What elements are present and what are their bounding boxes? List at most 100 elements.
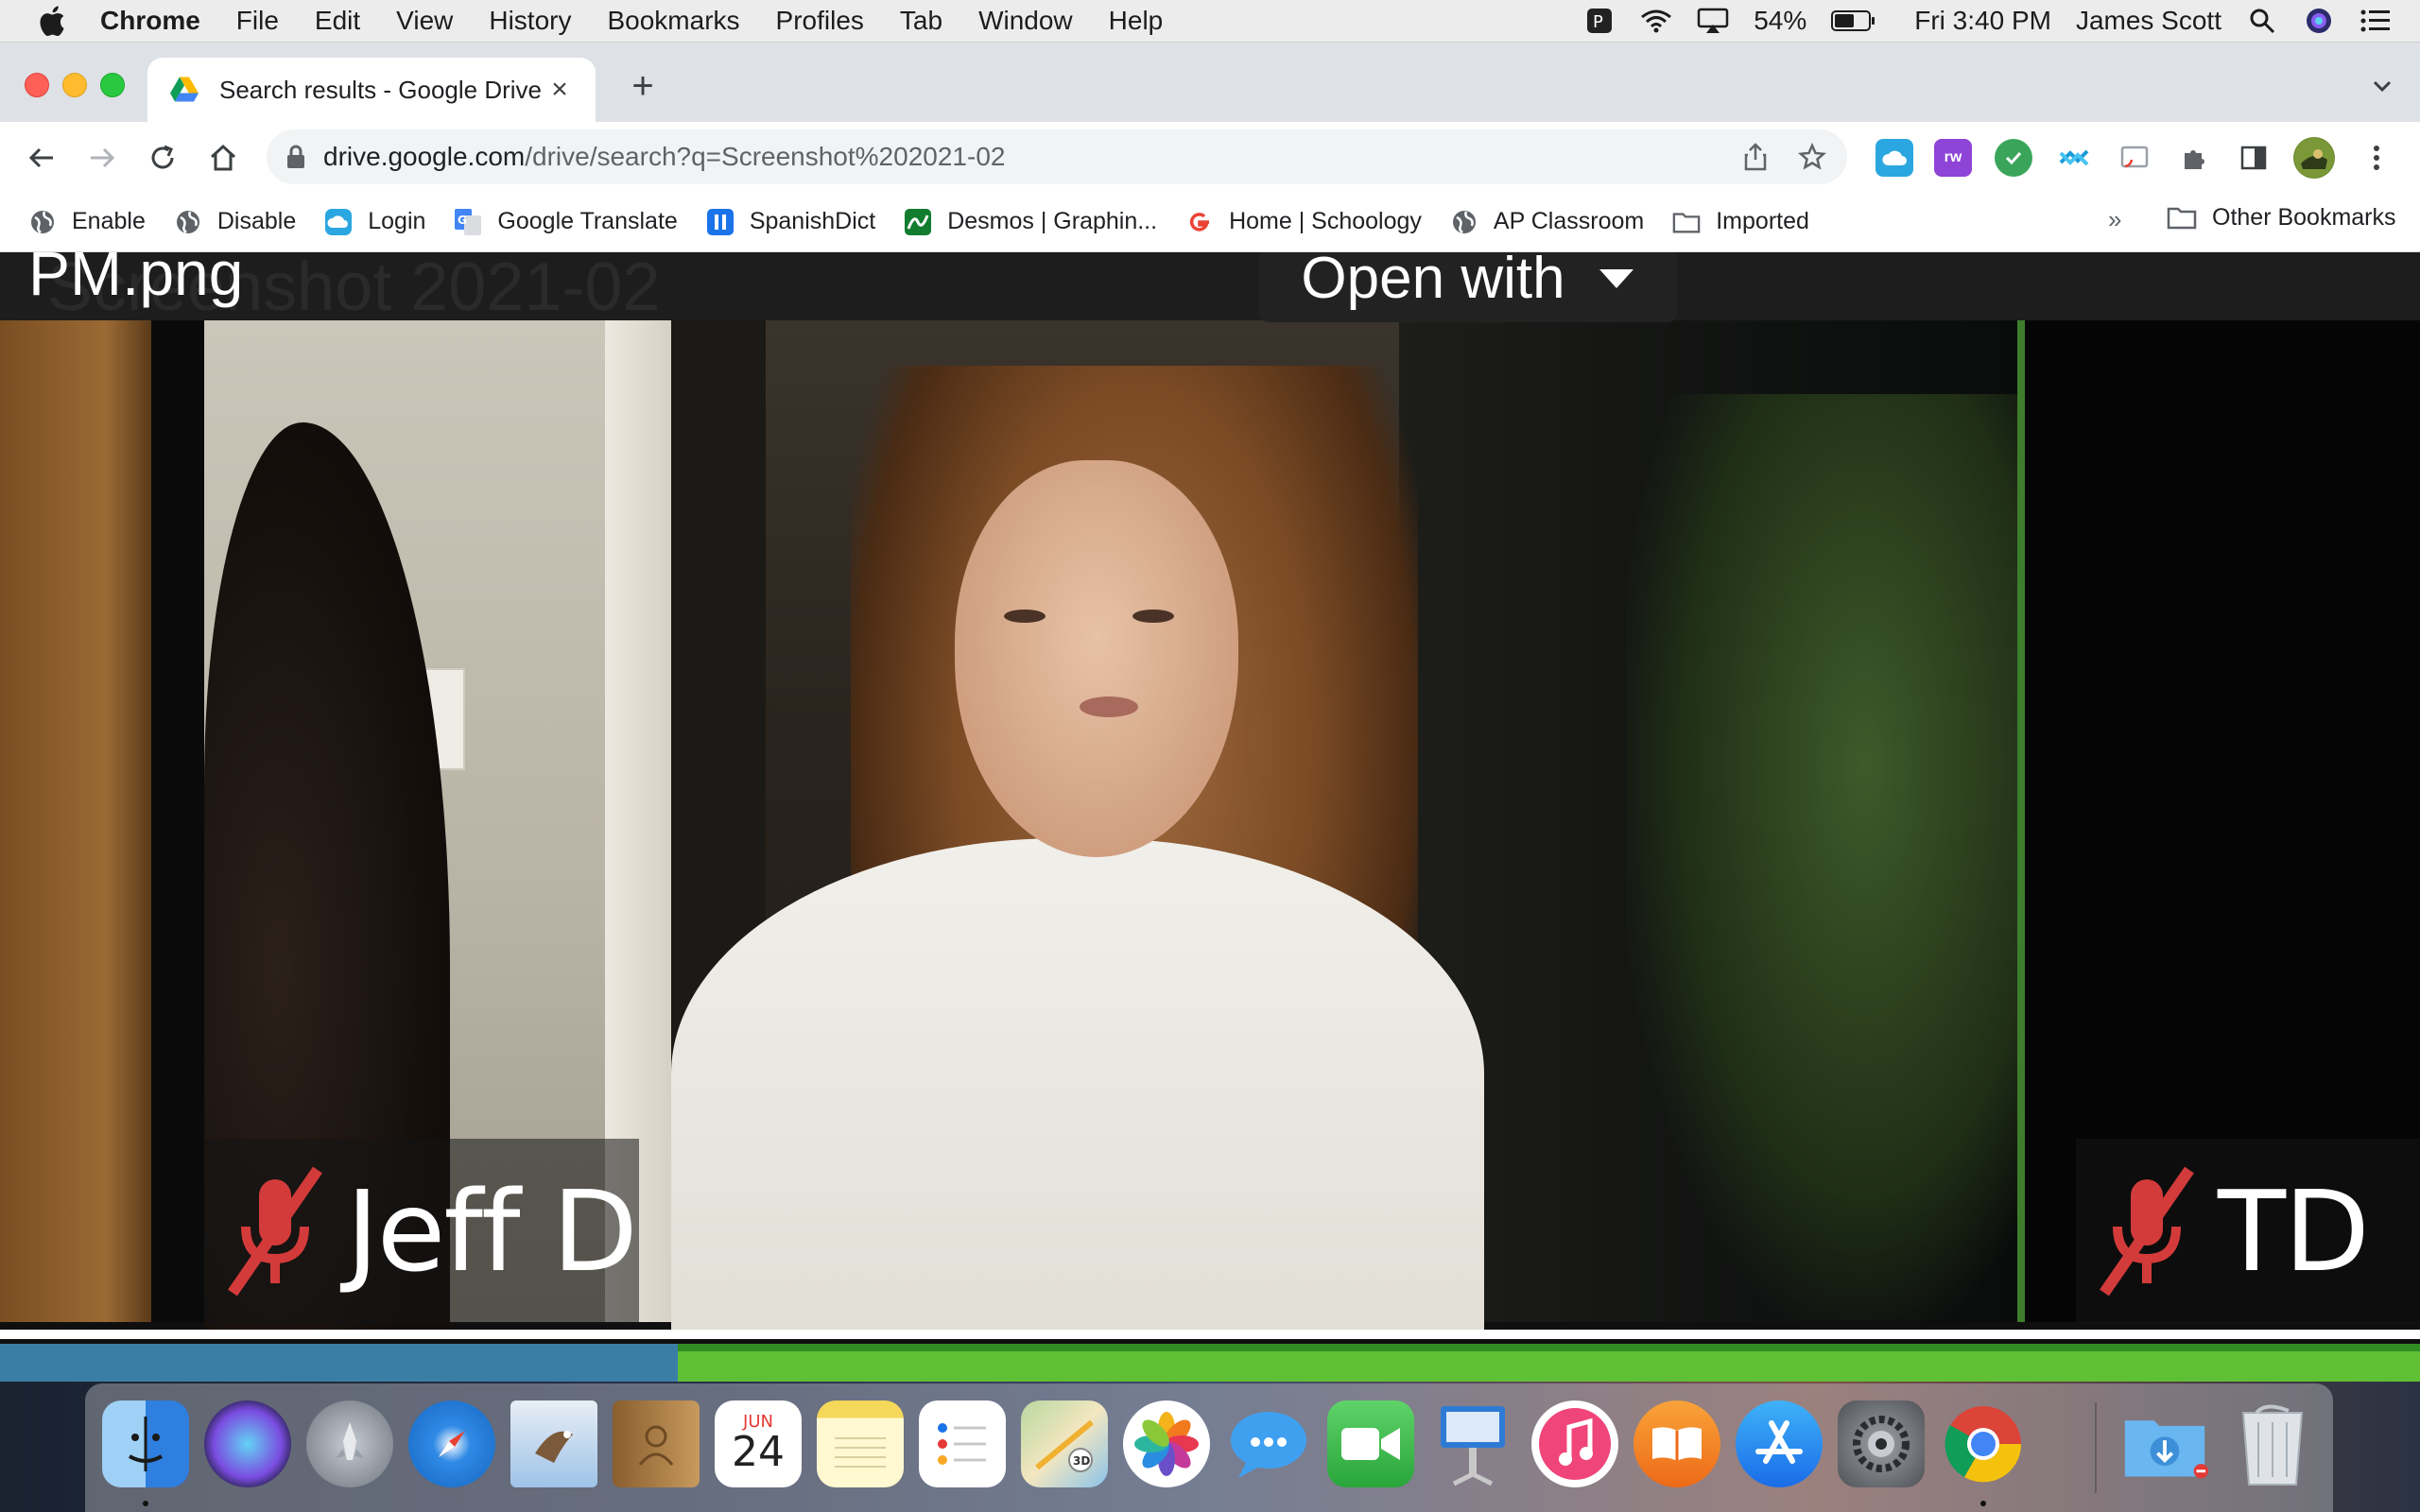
launchpad-icon[interactable] — [306, 1400, 393, 1487]
bookmark-schoology[interactable]: Home | Schoology — [1185, 208, 1422, 236]
apple-icon[interactable] — [36, 3, 72, 39]
back-button[interactable] — [21, 137, 62, 179]
bookmark-folder-imported[interactable]: Imported — [1672, 208, 1809, 236]
contacts-icon[interactable] — [613, 1400, 700, 1487]
google-icon — [1185, 208, 1214, 236]
reload-icon — [151, 145, 174, 169]
system-preferences-icon[interactable] — [1838, 1400, 1925, 1487]
bookmark-ap-classroom[interactable]: AP Classroom — [1450, 208, 1644, 236]
chrome-icon[interactable] — [1940, 1400, 2027, 1487]
open-with-label: Open with — [1301, 252, 1565, 311]
bookmark-label: Login — [368, 208, 426, 234]
participant-face — [955, 460, 1238, 857]
tab-title: Search results - Google Drive — [219, 75, 543, 104]
trash-icon[interactable] — [2229, 1400, 2316, 1487]
bookmark-enable[interactable]: Enable — [28, 208, 146, 236]
side-panel-icon[interactable] — [2235, 139, 2273, 177]
tile-divider — [151, 320, 204, 1322]
share-icon[interactable] — [1739, 141, 1772, 173]
menu-edit[interactable]: Edit — [315, 6, 360, 36]
address-bar[interactable]: drive.google.com/drive/search?q=Screensh… — [267, 129, 1847, 184]
bookmark-label: Other Bookmarks — [2212, 203, 2396, 231]
bookmark-other-bookmarks[interactable]: Other Bookmarks — [2167, 203, 2396, 232]
photos-icon[interactable] — [1123, 1400, 1210, 1487]
close-window-button[interactable] — [25, 73, 49, 97]
open-with-button[interactable]: Open with — [1259, 252, 1677, 322]
menu-profiles[interactable]: Profiles — [776, 6, 864, 36]
spanishdict-icon — [706, 208, 735, 236]
battery-percent: 54% — [1754, 6, 1807, 35]
bookmark-disable[interactable]: Disable — [174, 208, 296, 236]
minimize-window-button[interactable] — [62, 73, 87, 97]
bookmark-star-icon[interactable] — [1796, 141, 1828, 173]
home-button[interactable] — [202, 137, 244, 179]
sync-extension-icon[interactable] — [2055, 139, 2093, 177]
reminders-icon[interactable] — [919, 1400, 1006, 1487]
svg-text:P: P — [1593, 12, 1603, 32]
menu-help[interactable]: Help — [1109, 6, 1164, 36]
new-tab-button[interactable]: + — [624, 67, 662, 105]
extension-status-icon[interactable]: P — [1583, 7, 1616, 35]
safari-icon[interactable] — [408, 1400, 495, 1487]
wifi-icon[interactable] — [1640, 7, 1672, 35]
grammar-extension-icon[interactable] — [1995, 139, 2032, 177]
facetime-icon[interactable] — [1327, 1400, 1414, 1487]
forward-button[interactable] — [81, 137, 123, 179]
more-menu-icon[interactable] — [2358, 139, 2395, 177]
notification-center-icon[interactable] — [2360, 7, 2392, 35]
menu-bookmarks[interactable]: Bookmarks — [607, 6, 739, 36]
downloads-icon[interactable] — [2121, 1400, 2208, 1487]
tab-close-button[interactable]: × — [543, 73, 577, 107]
rw-extension-icon[interactable]: rw — [1934, 139, 1972, 177]
menu-tab[interactable]: Tab — [900, 6, 942, 36]
profile-avatar[interactable] — [2293, 137, 2335, 179]
notes-icon[interactable] — [817, 1400, 904, 1487]
spotlight-search-icon[interactable] — [2246, 7, 2278, 35]
bookmark-spanishdict[interactable]: SpanishDict — [706, 208, 875, 236]
tab-google-drive[interactable]: Search results - Google Drive × — [147, 58, 596, 122]
extensions-puzzle-icon[interactable] — [2176, 139, 2214, 177]
bookmark-label: Home | Schoology — [1229, 208, 1422, 234]
bookmark-label: Desmos | Graphin... — [947, 208, 1158, 234]
books-icon[interactable] — [1634, 1400, 1720, 1487]
menu-history[interactable]: History — [489, 6, 571, 36]
menu-window[interactable]: Window — [978, 6, 1073, 36]
bookmarks-overflow-chevron[interactable]: » — [2108, 205, 2121, 234]
participant-eye — [1004, 610, 1046, 623]
folder-icon — [1672, 208, 1701, 236]
calendar-icon[interactable]: JUN 24 — [715, 1400, 802, 1487]
lock-icon[interactable] — [285, 145, 306, 169]
clock[interactable]: Fri 3:40 PM — [1914, 6, 2051, 36]
mail-icon[interactable] — [510, 1400, 597, 1487]
participant-sweater — [671, 838, 1484, 1330]
zoom-window-button[interactable] — [100, 73, 125, 97]
participant-nametag-jeff: Jeff D — [204, 1139, 639, 1324]
bookmarks-bar: Enable Disable Login G Google Translate … — [0, 192, 2420, 252]
menu-file[interactable]: File — [236, 6, 279, 36]
cloud-extension-icon[interactable] — [1876, 139, 1913, 177]
bookmark-google-translate[interactable]: G Google Translate — [454, 208, 678, 236]
airplay-icon[interactable] — [1697, 7, 1729, 35]
cast-extension-icon[interactable] — [2116, 139, 2153, 177]
finder-icon[interactable] — [102, 1400, 189, 1487]
url-path: /drive/search?q=Screenshot%202021-02 — [525, 142, 1006, 171]
globe-icon — [28, 208, 57, 236]
user-name[interactable]: James Scott — [2076, 6, 2221, 36]
music-icon[interactable] — [1531, 1400, 1618, 1487]
app-store-icon[interactable] — [1736, 1400, 1823, 1487]
bookmark-login[interactable]: Login — [324, 208, 425, 236]
tab-search-chevron-icon[interactable] — [2363, 67, 2401, 105]
reload-button[interactable] — [142, 137, 183, 179]
keynote-icon[interactable] — [1429, 1400, 1516, 1487]
battery-icon[interactable] — [1831, 7, 1876, 35]
folder-icon — [2167, 203, 2197, 232]
menu-view[interactable]: View — [396, 6, 453, 36]
bookmark-desmos[interactable]: Desmos | Graphin... — [904, 208, 1157, 236]
menu-app-chrome[interactable]: Chrome — [100, 6, 200, 36]
siri-menu-icon[interactable] — [2303, 7, 2335, 35]
siri-icon[interactable] — [204, 1400, 291, 1487]
bookmark-label: Enable — [72, 208, 146, 234]
maps-icon[interactable]: 3D — [1021, 1400, 1108, 1487]
progress-bar — [0, 1344, 2420, 1382]
messages-icon[interactable] — [1225, 1400, 1312, 1487]
